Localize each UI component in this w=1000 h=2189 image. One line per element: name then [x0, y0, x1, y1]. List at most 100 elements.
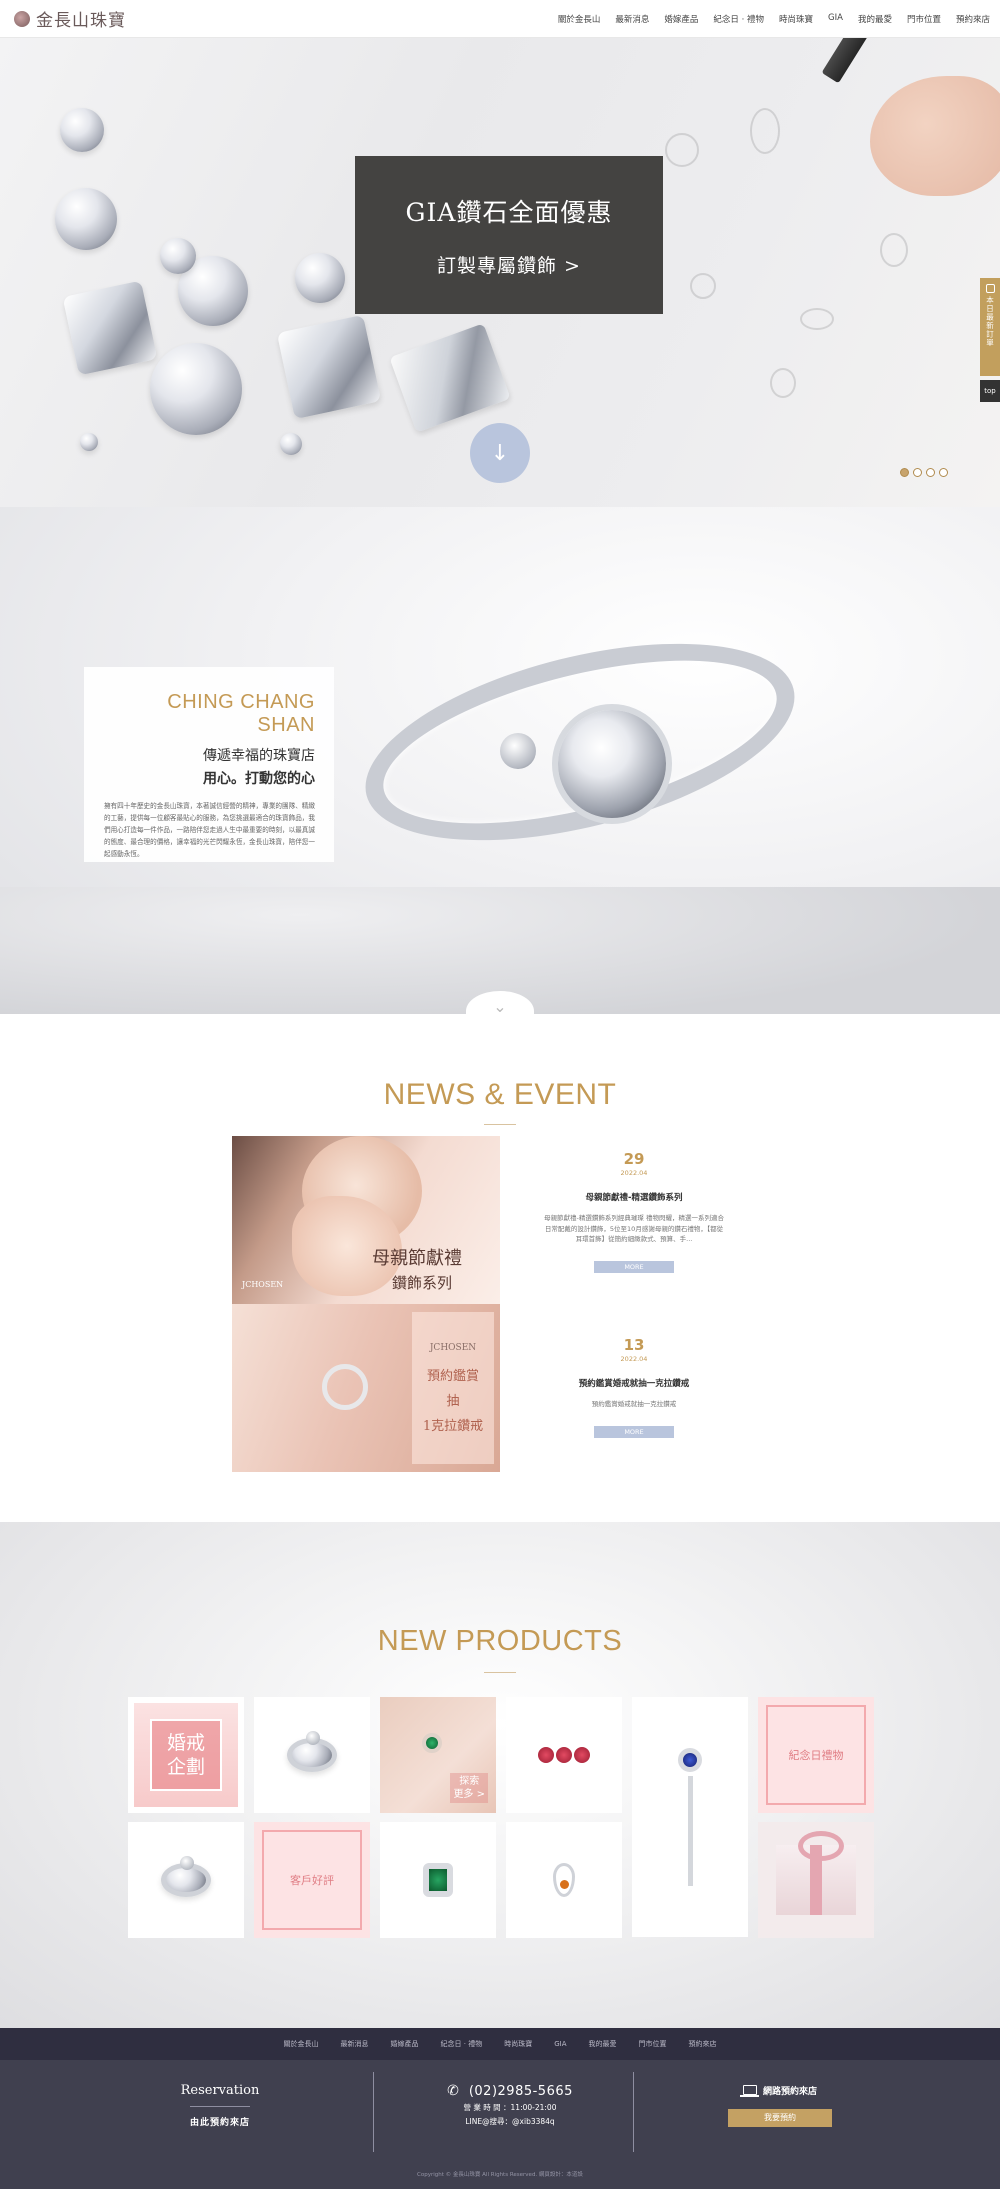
- product-tile-twist-ring[interactable]: [128, 1822, 244, 1938]
- footer-menu-item[interactable]: 最新消息: [341, 2039, 369, 2049]
- news-image-mothers-day[interactable]: 母親節獻禮 鑽飾系列 JCHOSEN: [232, 1136, 500, 1304]
- slider-dot[interactable]: [926, 468, 935, 477]
- footer-menu-item[interactable]: 門市位置: [638, 2039, 666, 2049]
- reservation-divider: [190, 2105, 250, 2107]
- hero-slider: GIA鑽石全面優惠 訂製專屬鑽飾 > ↓ 本日最新訂單 top: [0, 38, 1000, 507]
- line-id: LINE@搜尋：@xib3384q: [465, 2117, 555, 2126]
- slider-dot[interactable]: [939, 468, 948, 477]
- ring-diamond: [558, 710, 666, 818]
- site-header: 金長山珠寶 關於金長山 最新消息 婚嫁產品 紀念日 · 禮物 時尚珠寶 GIA …: [0, 0, 1000, 38]
- business-hours: 營 業 時 間 ：11:00-21:00: [463, 2103, 557, 2112]
- news-title: NEWS & EVENT: [383, 1078, 617, 1111]
- online-booking-row: 網路預約來店: [739, 2084, 817, 2097]
- nav-item-news[interactable]: 最新消息: [615, 13, 649, 25]
- reservation-title: Reservation: [180, 2082, 260, 2098]
- back-to-top-button[interactable]: top: [980, 380, 1000, 402]
- drop-pendant-image: [553, 1863, 575, 1897]
- diamond-image: [60, 108, 104, 152]
- book-now-button[interactable]: 我要預約: [728, 2108, 832, 2127]
- chevron-down-icon: ⌄: [493, 997, 507, 1014]
- reservation-link[interactable]: 由此預約來店: [190, 2115, 250, 2128]
- more-button[interactable]: MORE: [594, 1260, 674, 1273]
- ring-side-stone: [500, 733, 536, 769]
- footer-menu-item[interactable]: 婚嫁產品: [391, 2039, 419, 2049]
- product-tile-anniversary[interactable]: 紀念日禮物: [758, 1697, 874, 1813]
- panel-line: 預約鑑賞: [426, 1368, 479, 1384]
- footer-menu-item[interactable]: GIA: [554, 2040, 566, 2048]
- products-title: NEW PRODUCTS: [377, 1625, 623, 1657]
- emerald-ring-image: [422, 1733, 442, 1753]
- key-shaft: [687, 1776, 693, 1886]
- key-pendant-image: [678, 1748, 702, 1886]
- news-item-title[interactable]: 預約鑑賞婚戒就抽一克拉鑽戒: [544, 1377, 724, 1389]
- product-tile-gift-box[interactable]: [758, 1822, 874, 1938]
- sketch-drawing: [770, 368, 796, 398]
- logo-icon: [14, 10, 30, 27]
- diamond-image: [55, 188, 117, 250]
- footer-contact: ✆ (02)2985-5665 營 業 時 間 ：11:00-21:00 LIN…: [400, 2060, 620, 2150]
- footer-menu-item[interactable]: 時尚珠寶: [504, 2039, 532, 2049]
- news-month: 2022.04: [620, 1355, 648, 1363]
- copyright: Copyright © 金長山珠寶 All Rights Reserved. 網…: [417, 2172, 583, 2178]
- more-button[interactable]: MORE: [594, 1425, 674, 1438]
- news-image-caption-2: 鑽飾系列: [392, 1274, 453, 1292]
- promo-title: GIA鑽石全面優惠: [405, 197, 613, 227]
- promo-banner[interactable]: GIA鑽石全面優惠 訂製專屬鑽飾 >: [355, 156, 663, 314]
- product-tile-reviews[interactable]: 客戶好評: [254, 1822, 370, 1938]
- footer-divider: [633, 2072, 634, 2152]
- nav-item-fashion[interactable]: 時尚珠寶: [779, 13, 813, 25]
- explore-line: 探索: [459, 1776, 480, 1787]
- news-item: 29 2022.04 母親節獻禮-精選鑽飾系列 母親節獻禮-精選鑽飾系列經典璀璨…: [544, 1150, 724, 1273]
- footer-menu-item[interactable]: 關於金長山: [284, 2039, 319, 2049]
- nav-item-about[interactable]: 關於金長山: [558, 13, 601, 25]
- nav-item-anniversary[interactable]: 紀念日 · 禮物: [713, 13, 764, 25]
- wedding-plan-label: 婚戒 企劃: [150, 1719, 222, 1791]
- sapphire-stone: [678, 1748, 702, 1772]
- product-tile-drop-pendant[interactable]: [506, 1822, 622, 1938]
- slider-dot[interactable]: [913, 468, 922, 477]
- product-tile-explore[interactable]: 探索 更多 >: [380, 1697, 496, 1813]
- sketch-drawing: [880, 233, 908, 267]
- footer-menu-item[interactable]: 預約來店: [688, 2039, 716, 2049]
- product-tile-ruby-earrings[interactable]: [506, 1697, 622, 1813]
- product-tile-emerald-ring[interactable]: [380, 1822, 496, 1938]
- sketch-drawing: [800, 308, 834, 330]
- nav-item-reservation[interactable]: 預約來店: [956, 13, 990, 25]
- arrow-down-icon: ↓: [490, 440, 510, 466]
- diamond-image: [389, 323, 511, 433]
- product-tile-key-pendant[interactable]: [632, 1697, 748, 1937]
- about-body: 擁有四十年歷史的金長山珠寶，本著誠信經營的精神，專業的團隊、精緻的工藝，提供每一…: [104, 802, 315, 858]
- footer-reservation: Reservation 由此預約來店: [120, 2060, 320, 2150]
- footer-menu-item[interactable]: 我的最愛: [588, 2039, 616, 2049]
- promo-link[interactable]: 訂製專屬鑽飾 >: [437, 251, 581, 278]
- about-card: CHING CHANG SHAN 傳遞幸福的珠寶店 用心。打動您的心 擁有四十年…: [84, 667, 334, 862]
- hand-image: [870, 76, 1000, 196]
- title-divider: [484, 1124, 516, 1125]
- products-section: NEW PRODUCTS 婚戒 企劃 探索 更多 > 紀念日禮物 客戶好評: [0, 1522, 1000, 2028]
- diamond-image: [62, 280, 158, 376]
- about-section: CHING CHANG SHAN 傳遞幸福的珠寶店 用心。打動您的心 擁有四十年…: [0, 507, 1000, 1014]
- wedding-plan-graphic: 婚戒 企劃: [134, 1703, 238, 1807]
- nav-item-gia[interactable]: GIA: [828, 13, 843, 25]
- side-order-tab[interactable]: 本日最新訂單: [980, 278, 1000, 376]
- product-tile-wedding-plan[interactable]: 婚戒 企劃: [128, 1697, 244, 1813]
- news-image-panel: JCHOSEN 預約鑑賞 抽 1克拉鑽戒: [412, 1312, 494, 1464]
- product-tile-ring[interactable]: [254, 1697, 370, 1813]
- pencil-image: [821, 38, 897, 84]
- site-footer: Reservation 由此預約來店 ✆ (02)2985-5665 營 業 時…: [0, 2060, 1000, 2189]
- nav-item-favorites[interactable]: 我的最愛: [858, 13, 892, 25]
- news-day: 13: [623, 1336, 645, 1354]
- site-logo[interactable]: 金長山珠寶: [14, 6, 126, 31]
- sketch-drawing: [690, 273, 716, 299]
- scroll-down-button[interactable]: ↓: [470, 423, 530, 483]
- footer-menu-item[interactable]: 紀念日 · 禮物: [441, 2039, 483, 2049]
- logo-text: 金長山珠寶: [36, 11, 126, 31]
- phone-number[interactable]: (02)2985-5665: [469, 2084, 573, 2099]
- laptop-icon: [739, 2085, 759, 2097]
- news-image-reservation[interactable]: JCHOSEN 預約鑑賞 抽 1克拉鑽戒: [232, 1304, 500, 1472]
- news-item-title[interactable]: 母親節獻禮-精選鑽飾系列: [544, 1191, 724, 1203]
- phone-icon: ✆: [447, 2083, 459, 2099]
- nav-item-wedding[interactable]: 婚嫁產品: [664, 13, 698, 25]
- nav-item-stores[interactable]: 門市位置: [907, 13, 941, 25]
- slider-dot[interactable]: [900, 468, 909, 477]
